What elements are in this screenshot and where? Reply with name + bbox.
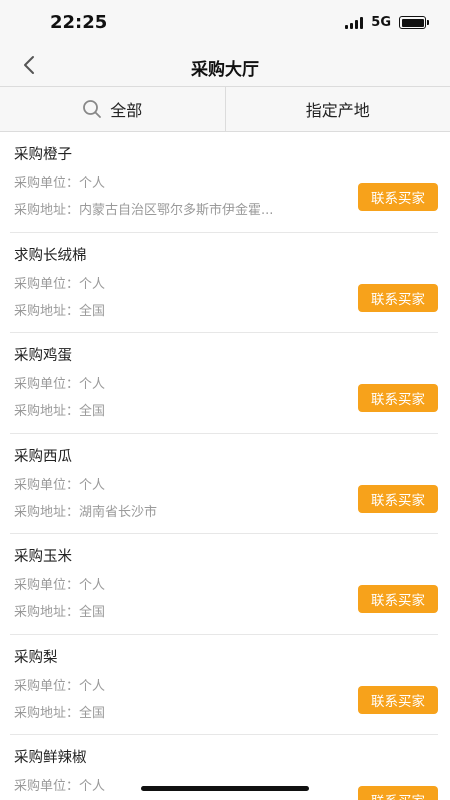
item-title: 采购鲜辣椒 (14, 750, 87, 766)
list-item: 采购玉米 采购单位：个人 采购地址：全国 联系买家 (10, 534, 438, 635)
item-unit: 采购单位：个人 (14, 276, 106, 292)
item-title: 采购西瓜 (14, 448, 72, 465)
contact-buyer-button[interactable]: 联系买家 (358, 786, 438, 800)
list-item: 采购西瓜 采购单位：个人 采购地址：湖南省长沙市 联系买家 (10, 434, 438, 534)
list-item: 采购鸡蛋 采购单位：个人 采购地址：全国 联系买家 (10, 333, 438, 434)
contact-buyer-button[interactable]: 联系买家 (358, 484, 438, 513)
item-unit: 采购单位：个人 (14, 377, 106, 392)
home-indicator (141, 786, 309, 791)
list-item: 求购长绒棉 采购单位：个人 采购地址：全国 联系买家 (10, 233, 438, 333)
contact-buyer-button[interactable]: 联系买家 (358, 685, 438, 714)
list-item: 采购梨 采购单位：个人 采购地址：全国 联系买家 (10, 635, 438, 735)
search-icon (83, 100, 102, 118)
item-address: 采购地址：湖南省长沙市 (14, 504, 158, 520)
item-unit: 采购单位：个人 (14, 578, 106, 593)
item-unit: 采购单位：个人 (14, 176, 106, 191)
item-title: 求购长绒棉 (14, 247, 87, 264)
item-title: 采购梨 (14, 649, 58, 666)
filter-origin-label: 指定产地 (305, 101, 370, 120)
contact-buyer-button[interactable]: 联系买家 (358, 183, 438, 211)
item-unit: 采购单位：个人 (14, 477, 106, 493)
contact-buyer-button[interactable]: 联系买家 (358, 283, 438, 312)
item-address: 采购地址：全国 (14, 605, 106, 620)
status-indicators: 5G (345, 15, 429, 30)
item-address: 采购地址：全国 (14, 705, 106, 721)
purchase-list: 采购橙子 采购单位：个人 采购地址：内蒙古自治区鄂尔多斯市伊金霍... 联系买家… (0, 132, 450, 800)
item-address: 采购地址：内蒙古自治区鄂尔多斯市伊金霍... (14, 203, 274, 218)
item-unit: 采购单位：个人 (14, 779, 106, 794)
filter-origin[interactable]: 指定产地 (226, 87, 450, 131)
item-unit: 采购单位：个人 (14, 678, 106, 694)
filter-bar: 全部 指定产地 (0, 86, 450, 132)
item-title: 采购橙子 (14, 147, 72, 163)
signal-icon (345, 16, 364, 29)
list-item: 采购橙子 采购单位：个人 采购地址：内蒙古自治区鄂尔多斯市伊金霍... 联系买家 (10, 132, 438, 233)
item-address: 采购地址：全国 (14, 303, 106, 319)
nav-bar: 采购大厅 (0, 46, 450, 86)
item-address: 采购地址：全国 (14, 404, 106, 419)
item-title: 采购玉米 (14, 549, 72, 565)
battery-icon (399, 16, 429, 29)
contact-buyer-button[interactable]: 联系买家 (358, 585, 438, 613)
status-time: 22:25 (50, 12, 108, 33)
page-title: 采购大厅 (191, 60, 259, 80)
status-bar: 22:25 5G (0, 0, 450, 46)
filter-all[interactable]: 全部 (0, 87, 225, 131)
item-title: 采购鸡蛋 (14, 348, 72, 364)
filter-all-label: 全部 (110, 101, 143, 120)
network-type: 5G (371, 15, 391, 30)
contact-buyer-button[interactable]: 联系买家 (358, 384, 438, 412)
